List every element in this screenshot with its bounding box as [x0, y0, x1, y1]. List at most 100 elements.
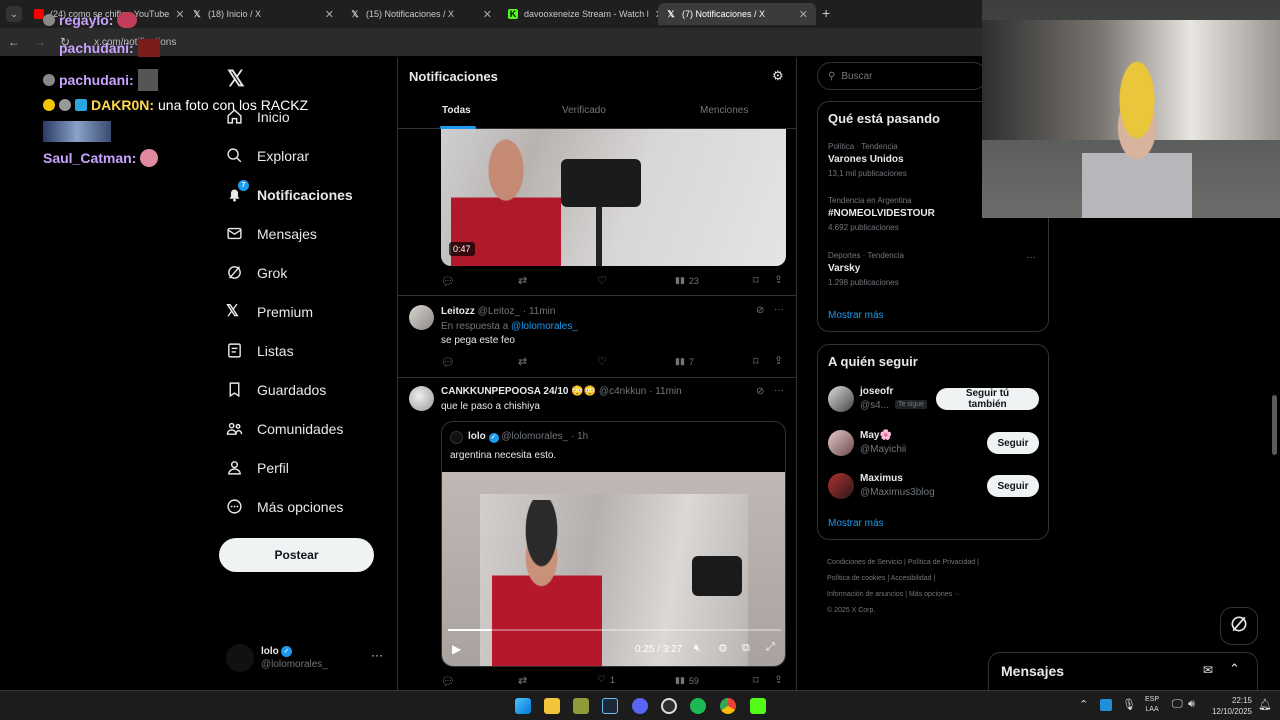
- follow-suggestion[interactable]: May🌸 @Mayichii Seguir: [828, 429, 1040, 459]
- grok-icon[interactable]: ⊘: [756, 305, 764, 316]
- gear-icon[interactable]: ⚙: [772, 68, 784, 84]
- nav-item-mas-opciones[interactable]: Más opciones: [226, 498, 343, 515]
- repost-button[interactable]: ⇄: [518, 355, 527, 368]
- pip-icon[interactable]: ⧉: [742, 642, 750, 655]
- nav-item-explorar[interactable]: Explorar: [226, 147, 309, 164]
- volume-icon[interactable]: 🔊︎: [1188, 698, 1195, 711]
- kick-icon[interactable]: [750, 698, 766, 714]
- footer-link[interactable]: Condiciones de Servicio: [827, 559, 902, 566]
- browser-tab-active[interactable]: 𝕏 (7) Notificaciones / X ✕: [658, 3, 816, 25]
- post-button[interactable]: Postear: [219, 538, 374, 572]
- app-icon[interactable]: [573, 698, 589, 714]
- post-author-name[interactable]: Leitozz: [441, 306, 475, 317]
- new-tab-icon[interactable]: +: [822, 5, 830, 21]
- like-button[interactable]: ♡: [597, 274, 607, 287]
- repost-button[interactable]: ⇄: [518, 674, 527, 687]
- play-icon[interactable]: ▶: [452, 642, 461, 656]
- close-tab-icon[interactable]: ✕: [799, 8, 808, 21]
- share-button[interactable]: ⇪: [774, 673, 783, 686]
- like-button[interactable]: ♡ 1: [597, 674, 615, 685]
- footer-link[interactable]: Información de anuncios: [827, 591, 903, 598]
- more-icon[interactable]: ···: [371, 648, 383, 662]
- tab-todas[interactable]: Todas: [442, 105, 471, 116]
- notification-post[interactable]: 0:47 💬︎ ⇄ ♡ ▮▮ 23 ⌑ ⇪: [398, 129, 796, 296]
- nav-item-premium[interactable]: 𝕏 Premium: [226, 303, 313, 320]
- video-player[interactable]: ▶ 0:25 / 3:27 🔇︎ ⚙ ⧉ ⤢: [442, 472, 785, 666]
- repost-button[interactable]: ⇄: [518, 274, 527, 287]
- post-author-handle[interactable]: @Leitoz_: [478, 306, 520, 317]
- quoted-post[interactable]: lolo ✓ @lolomorales_ · 1h argentina nece…: [441, 421, 786, 667]
- video-thumbnail[interactable]: 0:47: [441, 129, 786, 266]
- tab-menciones[interactable]: Menciones: [700, 105, 748, 116]
- fullscreen-icon[interactable]: ⤢: [766, 641, 775, 654]
- chrome-icon[interactable]: [720, 698, 736, 714]
- post-author-name[interactable]: CANKKUNPEPOOSA 24/10: [441, 386, 568, 397]
- nav-item-perfil[interactable]: Perfil: [226, 459, 289, 476]
- search-box[interactable]: ⚲ Buscar: [817, 62, 987, 90]
- obs-icon[interactable]: [661, 698, 677, 714]
- trend-item[interactable]: Deportes · Tendencia Varsky 1.298 public…: [828, 251, 1040, 287]
- post-author-handle[interactable]: @c4nkkun: [599, 386, 646, 397]
- views-button[interactable]: ▮▮ 23: [675, 275, 699, 286]
- nav-item-mensajes[interactable]: Mensajes: [226, 225, 317, 242]
- nav-item-notificaciones[interactable]: 7 Notificaciones: [226, 180, 353, 203]
- grok-icon[interactable]: ⊘: [756, 386, 764, 397]
- bookmark-button[interactable]: ⌑: [753, 355, 759, 368]
- gear-icon[interactable]: ⚙: [718, 642, 728, 655]
- follow-suggestion[interactable]: joseofr @s4... Te sigue Seguir tú tambié…: [828, 385, 1040, 415]
- notification-post[interactable]: CANKKUNPEPOOSA 24/10 😳😳 @c4nkkun · 11min…: [398, 378, 796, 690]
- share-button[interactable]: ⇪: [774, 354, 783, 367]
- grok-floating-button[interactable]: [1220, 607, 1258, 645]
- tray-app-icon[interactable]: [1100, 699, 1112, 711]
- show-more-link[interactable]: Mostrar más: [828, 518, 884, 529]
- network-icon[interactable]: 🖵︎: [1172, 698, 1183, 711]
- back-icon[interactable]: ←: [8, 35, 20, 49]
- views-button[interactable]: ▮▮ 59: [675, 675, 699, 686]
- close-tab-icon[interactable]: ✕: [483, 8, 492, 21]
- footer-link[interactable]: Accesibilidad: [891, 575, 932, 582]
- footer-link[interactable]: Más opciones ···: [909, 591, 961, 598]
- nav-item-inicio[interactable]: Inicio: [226, 108, 290, 125]
- footer-link[interactable]: Política de Privacidad: [908, 559, 975, 566]
- follow-back-button[interactable]: Seguir tú también: [936, 388, 1039, 410]
- chevron-up-icon[interactable]: ⌃: [1229, 661, 1240, 677]
- trend-more-icon[interactable]: ···: [1026, 252, 1036, 263]
- windows-start-icon[interactable]: [515, 698, 531, 714]
- more-icon[interactable]: ···: [774, 385, 784, 396]
- reply-button[interactable]: 💬︎: [441, 275, 455, 288]
- nav-item-comunidades[interactable]: Comunidades: [226, 420, 343, 437]
- reply-button[interactable]: 💬︎: [441, 675, 455, 688]
- nav-item-listas[interactable]: Listas: [226, 342, 294, 359]
- bookmark-button[interactable]: ⌑: [753, 674, 759, 687]
- steam-icon[interactable]: [602, 698, 618, 714]
- avatar[interactable]: [409, 386, 434, 411]
- reply-button[interactable]: 💬︎: [441, 356, 455, 369]
- avatar[interactable]: [409, 305, 434, 330]
- nav-item-grok[interactable]: Grok: [226, 264, 287, 281]
- tab-verificado[interactable]: Verificado: [562, 105, 606, 116]
- notification-post[interactable]: Leitozz @Leitoz_ · 11min ⊘ ··· En respue…: [398, 296, 796, 378]
- share-button[interactable]: ⇪: [774, 273, 783, 286]
- tab-search-icon[interactable]: ⌄: [6, 6, 22, 22]
- chevron-up-icon[interactable]: ⌃: [1079, 698, 1088, 711]
- like-button[interactable]: ♡: [597, 355, 607, 368]
- reply-to-link[interactable]: @lolomorales_: [511, 321, 578, 332]
- account-switcher[interactable]: lolo ✓ @lolomorales_ ···: [226, 644, 386, 672]
- follow-suggestion[interactable]: Maximus @Maximus3blog Seguir: [828, 472, 1040, 502]
- browser-tab[interactable]: 𝕏 (15) Notificaciones / X ✕: [342, 3, 500, 25]
- follow-button[interactable]: Seguir: [987, 475, 1039, 497]
- browser-tab[interactable]: K davooxeneize Stream - Watch l ✕: [500, 3, 658, 25]
- nav-item-guardados[interactable]: Guardados: [226, 381, 326, 398]
- views-button[interactable]: ▮▮ 7: [675, 356, 694, 367]
- discord-icon[interactable]: [632, 698, 648, 714]
- mute-icon[interactable]: 🔇︎: [694, 642, 701, 655]
- clock[interactable]: 22:15 12/10/2025: [1208, 695, 1252, 717]
- microphone-icon[interactable]: 🎙︎: [1122, 698, 1136, 711]
- page-scrollbar[interactable]: [1272, 395, 1277, 455]
- more-icon[interactable]: ···: [774, 304, 784, 315]
- file-explorer-icon[interactable]: [544, 698, 560, 714]
- spotify-icon[interactable]: [690, 698, 706, 714]
- footer-link[interactable]: Política de cookies: [827, 575, 885, 582]
- follow-button[interactable]: Seguir: [987, 432, 1039, 454]
- x-logo-icon[interactable]: 𝕏: [227, 66, 245, 92]
